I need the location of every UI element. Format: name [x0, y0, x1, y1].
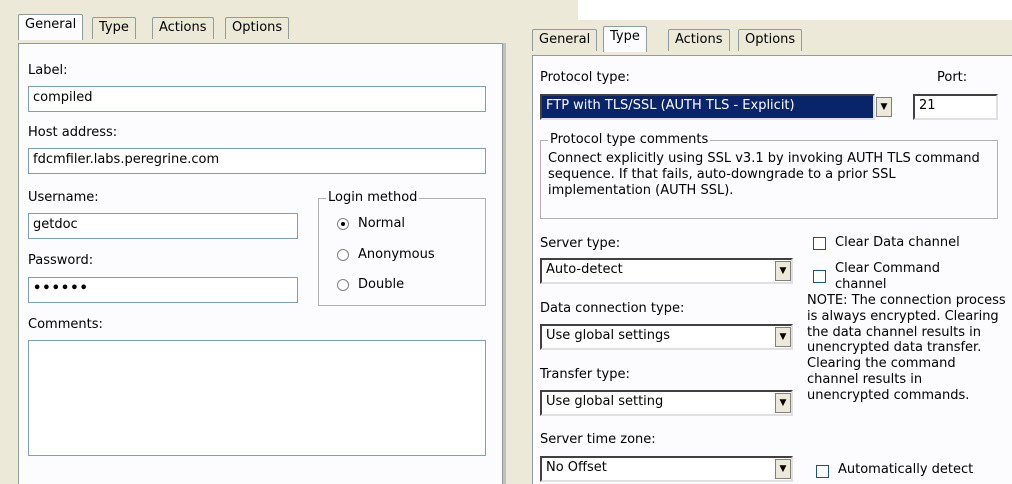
clear-data-channel-checkbox[interactable]	[813, 237, 826, 250]
radio-normal-label: Normal	[358, 216, 406, 231]
port-label: Port:	[937, 70, 968, 85]
server-time-zone-label: Server time zone:	[540, 432, 656, 447]
server-type-label: Server type:	[540, 236, 621, 251]
protocol-dropdown-icon[interactable]: ▼	[876, 97, 892, 117]
username-label: Username:	[28, 190, 99, 205]
encryption-note: NOTE: The connection process is always e…	[807, 293, 1006, 403]
login-method-title: Login method	[326, 190, 420, 205]
clear-data-channel-label: Clear Data channel	[835, 235, 960, 250]
data-connection-type-select[interactable]: Use global settings	[540, 324, 793, 350]
clear-command-channel-label: Clear Command channel	[835, 261, 940, 292]
left-tabstrip: General Type Actions Options	[18, 14, 318, 43]
transfer-type-select[interactable]: Use global setting	[540, 390, 793, 416]
server-type-dropdown-icon[interactable]: ▼	[775, 261, 791, 281]
tab-type[interactable]: Type	[92, 17, 136, 39]
comments-label: Comments:	[28, 317, 103, 332]
radio-double[interactable]	[337, 279, 349, 291]
tab-type[interactable]: Type	[603, 26, 647, 52]
username-input[interactable]: getdoc	[28, 213, 298, 239]
data-connection-dropdown-icon[interactable]: ▼	[775, 327, 791, 347]
host-address-label: Host address:	[28, 125, 118, 140]
tab-general[interactable]: General	[532, 29, 598, 51]
time-zone-dropdown-icon[interactable]: ▼	[775, 459, 791, 479]
port-input[interactable]: 21	[913, 94, 998, 120]
host-address-input[interactable]: fdcmfiler.labs.peregrine.com	[28, 148, 486, 174]
label-input[interactable]: compiled	[28, 86, 486, 112]
radio-anonymous-label: Anonymous	[358, 247, 435, 262]
tab-actions[interactable]: Actions	[668, 29, 730, 51]
server-type-select[interactable]: Auto-detect	[540, 258, 793, 284]
password-label: Password:	[28, 253, 94, 268]
tab-actions[interactable]: Actions	[152, 17, 214, 39]
tab-general[interactable]: General	[18, 14, 84, 40]
tab-options[interactable]: Options	[225, 17, 290, 39]
data-connection-type-label: Data connection type:	[540, 301, 685, 316]
protocol-comments-title: Protocol type comments	[548, 132, 711, 147]
transfer-type-dropdown-icon[interactable]: ▼	[775, 393, 791, 413]
radio-anonymous[interactable]	[337, 249, 349, 261]
radio-double-label: Double	[358, 277, 405, 292]
protocol-type-select[interactable]: FTP with TLS/SSL (AUTH TLS - Explicit)	[540, 94, 875, 120]
protocol-type-label: Protocol type:	[540, 70, 630, 85]
protocol-comments-text: Connect explicitly using SSL v3.1 by inv…	[548, 151, 980, 198]
tab-options[interactable]: Options	[738, 29, 803, 51]
label-label: Label:	[28, 63, 68, 78]
server-time-zone-select[interactable]: No Offset	[540, 456, 793, 482]
right-tabstrip: General Type Actions Options	[532, 26, 832, 55]
left-panel-border	[503, 43, 506, 484]
clear-command-channel-checkbox[interactable]	[813, 270, 826, 283]
transfer-type-label: Transfer type:	[540, 367, 630, 382]
radio-normal[interactable]	[337, 218, 349, 230]
automatically-detect-checkbox[interactable]	[816, 465, 829, 478]
password-input[interactable]: ••••••	[28, 277, 298, 303]
comments-textarea[interactable]	[28, 340, 486, 456]
automatically-detect-label: Automatically detect	[838, 462, 974, 477]
